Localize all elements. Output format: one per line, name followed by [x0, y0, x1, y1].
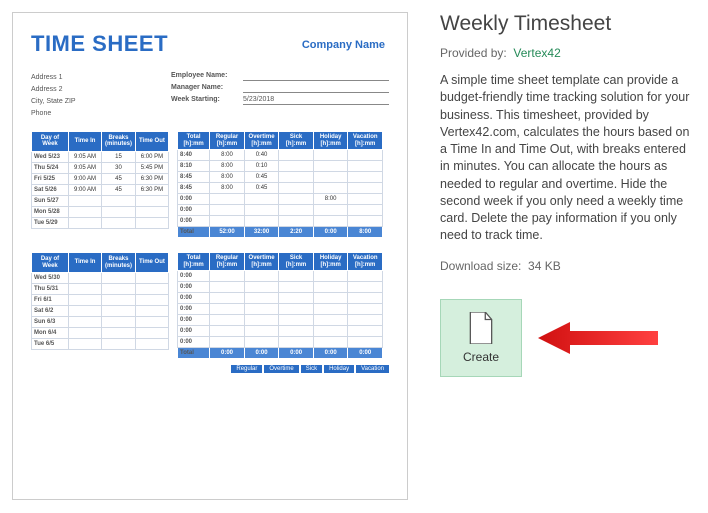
week-starting-label: Week Starting: [171, 96, 243, 105]
week1-time-table: Day of WeekTime InBreaks (minutes)Time O… [31, 131, 169, 238]
document-icon [468, 312, 494, 344]
week2-time-table: Day of WeekTime InBreaks (minutes)Time O… [31, 252, 169, 359]
arrow-icon [538, 318, 658, 358]
week-starting-value: 5/23/2018 [243, 96, 389, 105]
week2-tables: Day of WeekTime InBreaks (minutes)Time O… [31, 252, 389, 359]
provider-link[interactable]: Vertex42 [513, 46, 560, 60]
company-name: Company Name [302, 39, 385, 51]
week2-hours-table: Total [h]:mmRegular [h]:mmOvertime [h]:m… [177, 252, 383, 359]
address2: Address 2 [31, 84, 171, 93]
manager-label: Manager Name: [171, 84, 243, 93]
legend: RegularOvertimeSickHolidayVacation [31, 365, 389, 373]
city-zip: City, State ZIP [31, 96, 171, 105]
template-description: A simple time sheet template can provide… [440, 72, 692, 245]
provided-by: Provided by: Vertex42 [440, 46, 692, 60]
template-thumbnail[interactable]: TIME SHEET Company Name Address 1 Employ… [12, 12, 408, 500]
template-preview-pane: TIME SHEET Company Name Address 1 Employ… [0, 0, 420, 513]
week1-tables: Day of WeekTime InBreaks (minutes)Time O… [31, 131, 389, 238]
employee-label: Employee Name: [171, 72, 243, 81]
template-info-pane: Weekly Timesheet Provided by: Vertex42 A… [420, 0, 708, 513]
create-button[interactable]: Create [440, 299, 522, 377]
address1: Address 1 [31, 72, 171, 81]
week1-hours-table: Total [h]:mmRegular [h]:mmOvertime [h]:m… [177, 131, 383, 238]
create-label: Create [463, 350, 499, 364]
phone-label: Phone [31, 108, 171, 117]
download-size: Download size: 34 KB [440, 259, 692, 273]
template-title: Weekly Timesheet [440, 12, 692, 36]
